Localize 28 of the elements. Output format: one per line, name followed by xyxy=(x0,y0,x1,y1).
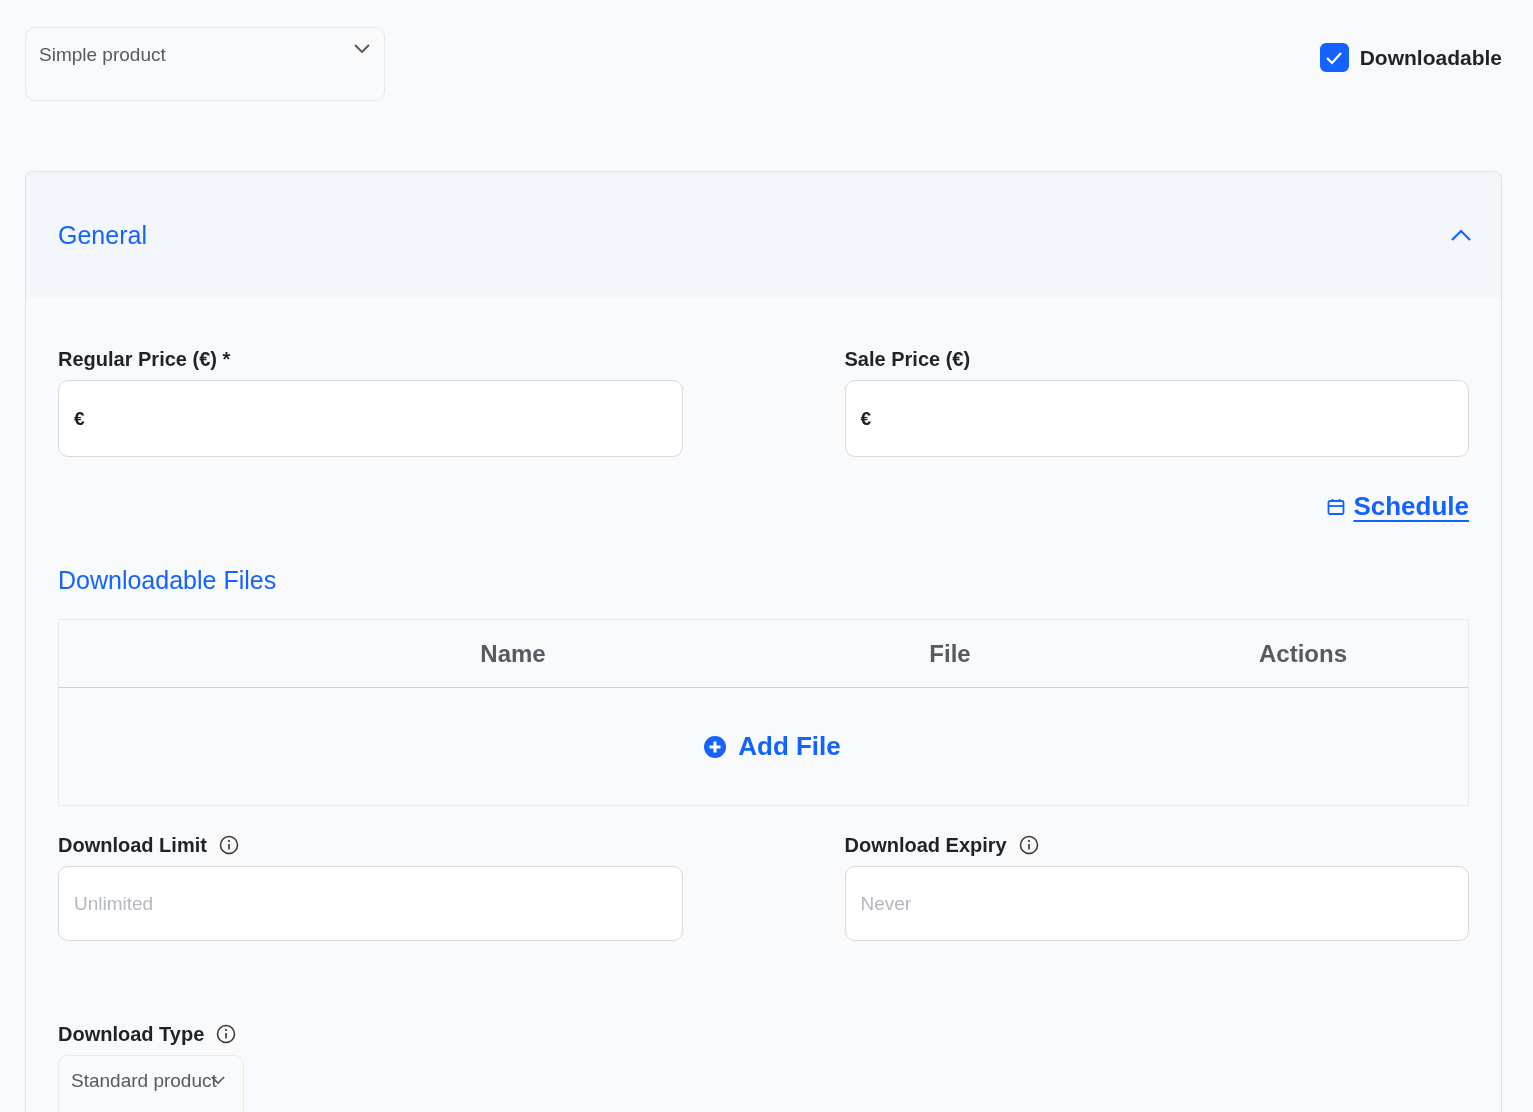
section-header[interactable]: General xyxy=(26,172,1501,298)
product-type-select[interactable]: Simple product xyxy=(25,27,385,101)
info-icon xyxy=(216,1024,237,1044)
chevron-down-icon xyxy=(354,44,370,54)
checkmark-icon xyxy=(1325,50,1344,65)
column-header: Actions xyxy=(1258,639,1348,668)
downloadable-checkbox[interactable] xyxy=(1319,43,1349,72)
field-label: Regular Price (€) * xyxy=(58,347,231,371)
input-field[interactable]: Never xyxy=(844,866,1469,941)
price-field[interactable]: € xyxy=(844,380,1469,457)
input-field[interactable]: Unlimited xyxy=(58,866,683,941)
field-label: Sale Price (€) xyxy=(844,347,971,371)
info-icon xyxy=(218,835,239,855)
calendar-icon xyxy=(1327,497,1346,516)
field-label: Download Expiry xyxy=(844,833,1007,857)
field-label: Download Limit xyxy=(58,833,207,857)
price-field[interactable]: € xyxy=(58,380,683,457)
downloadable-label: Downloadable xyxy=(1359,45,1502,70)
info-icon xyxy=(1018,835,1039,855)
column-header: File xyxy=(928,639,972,668)
field-label: Download Type xyxy=(58,1022,205,1046)
schedule-link[interactable]: Schedule xyxy=(1327,491,1469,522)
add-file-button[interactable]: Add File xyxy=(704,731,841,762)
files-title: Downloadable Files xyxy=(58,566,277,594)
column-header: Name xyxy=(479,639,547,668)
section-title: General xyxy=(58,220,147,250)
plus-circle-icon xyxy=(704,735,727,758)
download-type-select[interactable]: Standard product xyxy=(58,1055,244,1112)
